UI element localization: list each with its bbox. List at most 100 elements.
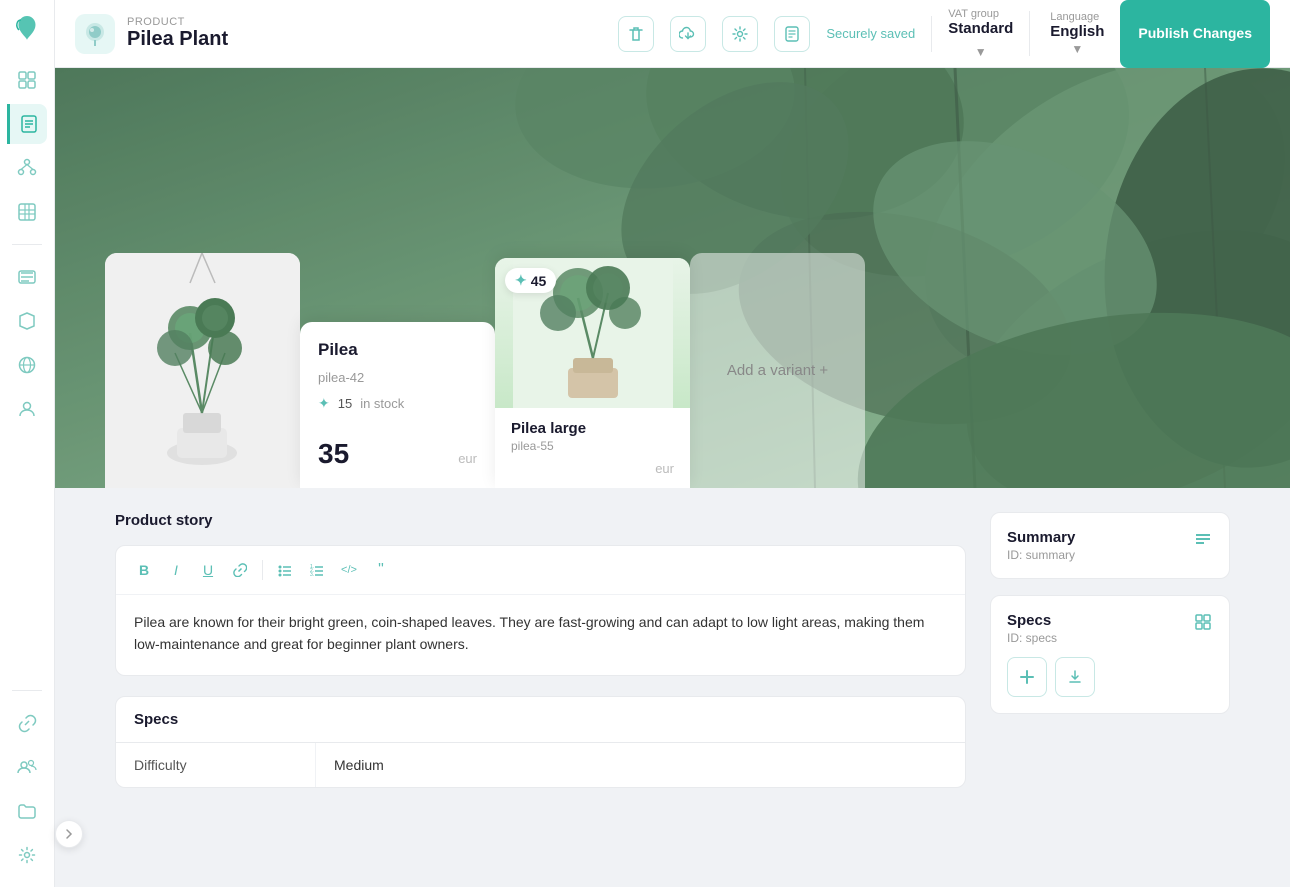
specs-card-title: Specs — [1007, 612, 1057, 629]
specs-card: Specs ID: specs — [990, 595, 1230, 714]
specs-card-actions — [1007, 657, 1213, 697]
sidebar-item-link[interactable] — [7, 703, 47, 743]
sidebar-item-products[interactable] — [7, 301, 47, 341]
main-content: Product Pilea Plant — [55, 0, 1290, 887]
large-variant-image: ✦ 45 — [495, 258, 690, 408]
product-cards: Pilea pilea-42 ✦ 15 in stock 35 eur — [105, 253, 865, 488]
sidebar-expand-button[interactable] — [55, 820, 83, 848]
specs-row: Difficulty Medium — [116, 743, 965, 787]
document-button[interactable] — [774, 16, 810, 52]
sidebar-item-folder[interactable] — [7, 791, 47, 831]
ordered-list-button[interactable]: 1. 2. 3. — [303, 556, 331, 584]
add-variant-label: Add a variant + — [727, 362, 828, 379]
large-variant-sku: pilea-55 — [511, 439, 674, 453]
topbar-divider — [931, 16, 932, 52]
topbar-actions: Securely saved VAT group Standard ▼ Lang… — [618, 8, 1104, 59]
lower-content: Product story B I U — [55, 488, 1290, 812]
editor-content[interactable]: Pilea are known for their bright green, … — [116, 595, 965, 675]
content-area: Pilea pilea-42 ✦ 15 in stock 35 eur — [55, 68, 1290, 887]
code-button[interactable]: </> — [335, 556, 363, 584]
variant-badge: ✦ 45 — [505, 268, 556, 293]
badge-value: 45 — [531, 273, 547, 289]
price-value: 35 — [318, 438, 349, 470]
specs-card-info: Specs ID: specs — [1007, 612, 1057, 645]
language-label: Language — [1050, 11, 1104, 23]
product-info: Product Pilea Plant — [75, 14, 602, 54]
specs-section: Specs Difficulty Medium — [115, 696, 966, 788]
summary-card-header: Summary ID: summary — [1007, 529, 1213, 562]
variant-name: Pilea — [318, 340, 477, 360]
sidebar-item-list[interactable] — [7, 257, 47, 297]
product-story-title: Product story — [115, 512, 966, 529]
rich-editor: B I U — [115, 545, 966, 676]
sidebar-divider — [12, 244, 42, 245]
italic-button[interactable]: I — [162, 556, 190, 584]
sidebar-item-dashboard[interactable] — [7, 60, 47, 100]
lang-dropdown-arrow: ▼ — [1071, 42, 1083, 56]
variant-card-pilea: Pilea pilea-42 ✦ 15 in stock 35 eur — [300, 322, 495, 488]
price-currency: eur — [458, 451, 477, 466]
quote-button[interactable]: " — [367, 556, 395, 584]
summary-card-info: Summary ID: summary — [1007, 529, 1075, 562]
add-variant-button[interactable]: Add a variant + — [690, 253, 865, 488]
vat-group-dropdown[interactable]: VAT group Standard ▼ — [948, 8, 1013, 59]
right-sidebar: Summary ID: summary — [990, 512, 1230, 788]
logo[interactable] — [11, 12, 43, 44]
variant-stock: ✦ 15 in stock — [318, 395, 477, 412]
summary-card-icon[interactable] — [1193, 529, 1213, 554]
stock-label: in stock — [360, 396, 404, 411]
specs-title: Specs — [134, 711, 947, 728]
sidebar-item-globe[interactable] — [7, 345, 47, 385]
lang-info: Language English — [1050, 11, 1104, 40]
svg-text:3.: 3. — [310, 572, 314, 577]
stock-icon: ✦ — [318, 395, 330, 412]
sidebar-item-grid[interactable] — [7, 192, 47, 232]
topbar: Product Pilea Plant — [55, 0, 1290, 68]
add-spec-button[interactable] — [1007, 657, 1047, 697]
bold-button[interactable]: B — [130, 556, 158, 584]
stock-quantity: 15 — [338, 396, 352, 411]
unordered-list-button[interactable] — [271, 556, 299, 584]
delete-button[interactable] — [618, 16, 654, 52]
underline-button[interactable]: U — [194, 556, 222, 584]
specs-value-difficulty: Medium — [316, 743, 965, 787]
product-label: Product — [127, 16, 228, 28]
product-icon — [75, 14, 115, 54]
gear-button[interactable] — [722, 16, 758, 52]
publish-button[interactable]: Publish Changes — [1120, 0, 1270, 68]
variant-sku: pilea-42 — [318, 370, 477, 385]
specs-card-header: Specs ID: specs — [1007, 612, 1213, 645]
badge-icon: ✦ — [515, 272, 527, 289]
language-dropdown[interactable]: Language English ▼ — [1029, 11, 1104, 56]
vat-label: VAT group — [948, 8, 1013, 20]
cloud-sync-button[interactable] — [670, 16, 706, 52]
vat-info: VAT group Standard — [948, 8, 1013, 37]
saved-status: Securely saved — [826, 26, 915, 41]
vat-dropdown-arrow: ▼ — [975, 45, 987, 59]
saved-status-text: Securely saved — [826, 26, 915, 41]
sidebar-item-users[interactable] — [7, 389, 47, 429]
variant-card-pilea-large: ✦ 45 — [495, 258, 690, 488]
specs-table: Specs Difficulty Medium — [115, 696, 966, 788]
variant-price: 35 eur — [318, 438, 477, 470]
product-text: Product Pilea Plant — [127, 16, 228, 51]
specs-key-difficulty: Difficulty — [116, 743, 316, 787]
product-title: Pilea Plant — [127, 28, 228, 51]
language-value: English — [1050, 23, 1104, 40]
specs-card-icon[interactable] — [1193, 612, 1213, 637]
sidebar — [0, 0, 55, 887]
sidebar-item-components[interactable] — [7, 148, 47, 188]
sidebar-item-pages[interactable] — [7, 104, 47, 144]
specs-header: Specs — [116, 697, 965, 743]
sidebar-divider-2 — [12, 690, 42, 691]
import-spec-button[interactable] — [1055, 657, 1095, 697]
summary-card: Summary ID: summary — [990, 512, 1230, 579]
vat-value: Standard — [948, 20, 1013, 37]
editor-toolbar: B I U — [116, 546, 965, 595]
large-price-currency: eur — [655, 461, 674, 476]
large-variant-name: Pilea large — [511, 420, 674, 437]
toolbar-divider — [262, 560, 263, 580]
link-button[interactable] — [226, 556, 254, 584]
sidebar-item-settings[interactable] — [7, 835, 47, 875]
sidebar-item-team[interactable] — [7, 747, 47, 787]
